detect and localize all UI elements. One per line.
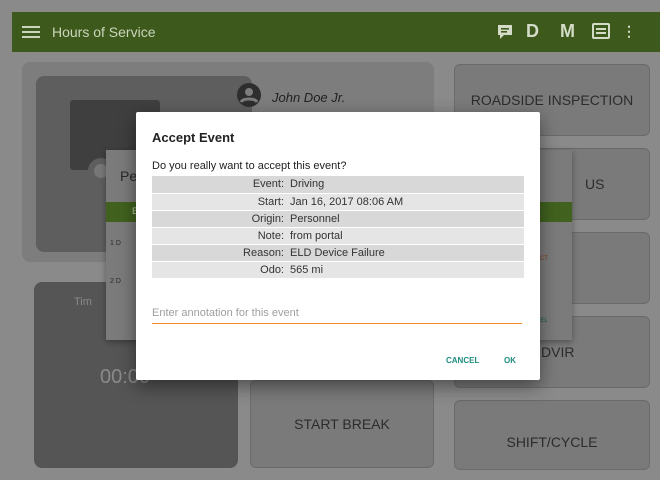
detail-key: Event: bbox=[152, 176, 287, 194]
dialog-question: Do you really want to accept this event? bbox=[152, 160, 347, 172]
detail-key: Start: bbox=[152, 193, 287, 211]
event-detail-row: Origin: Personnel bbox=[152, 210, 524, 228]
event-details-table: Event: Driving Start: Jan 16, 2017 08:06… bbox=[152, 176, 524, 279]
shift-cycle-button[interactable]: SHIFT/CYCLE bbox=[454, 400, 650, 470]
timer-label: Tim bbox=[74, 296, 92, 308]
detail-key: Note: bbox=[152, 227, 287, 245]
d-button[interactable]: D bbox=[526, 21, 539, 42]
app-title: Hours of Service bbox=[52, 24, 156, 40]
detail-value: Personnel bbox=[287, 210, 524, 228]
overflow-menu-icon[interactable]: ⋮ bbox=[622, 23, 636, 40]
event-row[interactable]: 2 D bbox=[110, 278, 121, 285]
detail-key: Reason: bbox=[152, 244, 287, 262]
message-icon[interactable] bbox=[496, 23, 514, 41]
detail-key: Origin: bbox=[152, 210, 287, 228]
detail-key: Odo: bbox=[152, 261, 287, 279]
menu-icon[interactable] bbox=[22, 23, 40, 41]
accept-event-dialog: Accept Event Do you really want to accep… bbox=[136, 112, 540, 380]
ok-button[interactable]: OK bbox=[504, 356, 516, 365]
events-dialog-title: Pe bbox=[120, 168, 138, 184]
detail-value: 565 mi bbox=[287, 261, 524, 279]
event-detail-row: Odo: 565 mi bbox=[152, 261, 524, 279]
m-button[interactable]: M bbox=[560, 21, 575, 42]
device-icon[interactable] bbox=[592, 23, 610, 39]
detail-value: from portal bbox=[287, 227, 524, 245]
start-break-button[interactable]: START BREAK bbox=[250, 380, 434, 468]
detail-value: ELD Device Failure bbox=[287, 244, 524, 262]
event-detail-row: Start: Jan 16, 2017 08:06 AM bbox=[152, 193, 524, 211]
driver-name: John Doe Jr. bbox=[272, 90, 346, 105]
event-detail-row: Note: from portal bbox=[152, 227, 524, 245]
cancel-button[interactable]: CANCEL bbox=[446, 356, 479, 365]
person-icon bbox=[237, 83, 261, 107]
app-bar: Hours of Service D M ⋮ bbox=[12, 12, 660, 52]
event-detail-row: Reason: ELD Device Failure bbox=[152, 244, 524, 262]
detail-value: Jan 16, 2017 08:06 AM bbox=[287, 193, 524, 211]
dialog-title: Accept Event bbox=[152, 130, 235, 145]
event-row[interactable]: 1 D bbox=[110, 240, 121, 247]
event-detail-row: Event: Driving bbox=[152, 176, 524, 194]
detail-value: Driving bbox=[287, 176, 524, 194]
annotation-input[interactable] bbox=[152, 302, 522, 324]
